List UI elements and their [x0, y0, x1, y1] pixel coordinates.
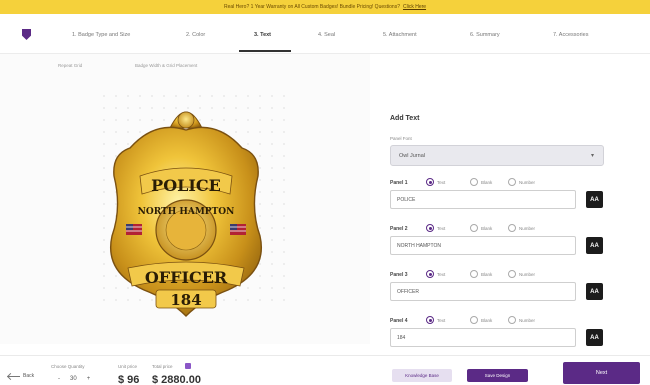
- radio-icon[interactable]: [470, 316, 478, 324]
- panel-label: Panel 1: [390, 180, 408, 186]
- promo-banner-text: Real Hero? 1 Year Warranty on All Custom…: [223, 4, 400, 10]
- option-number[interactable]: Number: [508, 178, 535, 186]
- step-color[interactable]: 2. Color: [186, 32, 205, 38]
- option-number[interactable]: Number: [508, 270, 535, 278]
- save-design-button[interactable]: Save Design: [467, 369, 528, 382]
- knowledge-base-button[interactable]: Knowledge Base: [392, 369, 452, 382]
- info-icon[interactable]: [185, 363, 191, 369]
- option-text[interactable]: Text: [426, 224, 445, 232]
- panel-row-4: Panel 4 Text Blank Number 184 AA: [390, 316, 615, 356]
- badge-text-arc: NORTH HAMPTON: [138, 207, 235, 217]
- step-text[interactable]: 3. Text: [254, 32, 271, 38]
- option-text[interactable]: Text: [426, 316, 445, 324]
- step-attachment[interactable]: 5. Attachment: [383, 32, 417, 38]
- radio-icon[interactable]: [508, 178, 516, 186]
- option-text[interactable]: Text: [426, 270, 445, 278]
- quantity-label: Choose Quantity: [51, 364, 85, 369]
- quantity-stepper[interactable]: - 30 +: [58, 376, 90, 382]
- panel-text-input[interactable]: OFFICER: [390, 282, 576, 301]
- badge-preview: POLICE NORTH HAMPTON OFFICER 184: [100, 90, 272, 322]
- panel-label: Panel 2: [390, 226, 408, 232]
- quantity-value[interactable]: 30: [70, 376, 77, 382]
- step-accessories[interactable]: 7. Accessories: [553, 32, 588, 38]
- badge-text-number: 184: [170, 291, 201, 309]
- font-size-button[interactable]: AA: [586, 329, 603, 346]
- footer-bar: [0, 355, 650, 385]
- preview-label-grid[interactable]: Repeat Grid: [58, 63, 82, 68]
- font-select-value: Owl Jurnal: [399, 152, 425, 159]
- radio-icon[interactable]: [470, 178, 478, 186]
- back-label: Back: [23, 373, 35, 379]
- radio-icon[interactable]: [426, 224, 434, 232]
- panel-label: Panel 3: [390, 272, 408, 278]
- radio-icon[interactable]: [508, 224, 516, 232]
- back-button[interactable]: Back: [8, 373, 34, 379]
- option-blank[interactable]: Blank: [470, 316, 492, 324]
- panel-text-input[interactable]: NORTH HAMPTON: [390, 236, 576, 255]
- radio-icon[interactable]: [470, 224, 478, 232]
- step-navigation: 1. Badge Type and Size 2. Color 3. Text …: [0, 20, 650, 54]
- option-blank[interactable]: Blank: [470, 178, 492, 186]
- next-button[interactable]: Next: [563, 362, 640, 384]
- panel-row-1: Panel 1 Text Blank Number POLICE AA: [390, 178, 615, 218]
- panel-row-3: Panel 3 Text Blank Number OFFICER AA: [390, 270, 615, 310]
- font-label: Panel Font: [390, 136, 412, 141]
- panel-label: Panel 4: [390, 318, 408, 324]
- option-number[interactable]: Number: [508, 224, 535, 232]
- badge-image: POLICE NORTH HAMPTON OFFICER 184: [110, 111, 262, 317]
- font-select[interactable]: Owl Jurnal ▾: [390, 145, 604, 166]
- radio-icon[interactable]: [426, 178, 434, 186]
- radio-icon[interactable]: [508, 316, 516, 324]
- radio-icon[interactable]: [426, 316, 434, 324]
- chevron-down-icon: ▾: [590, 153, 594, 159]
- option-number[interactable]: Number: [508, 316, 535, 324]
- arrow-left-icon: [8, 375, 20, 377]
- active-step-indicator: [239, 50, 291, 52]
- panel-title: Add Text: [390, 115, 420, 122]
- radio-icon[interactable]: [508, 270, 516, 278]
- font-size-button[interactable]: AA: [586, 283, 603, 300]
- panel-row-2: Panel 2 Text Blank Number NORTH HAMPTON …: [390, 224, 615, 264]
- quantity-decrement[interactable]: -: [58, 376, 60, 382]
- radio-icon[interactable]: [470, 270, 478, 278]
- font-size-button[interactable]: AA: [586, 191, 603, 208]
- unit-price-label: Unit price: [118, 364, 138, 369]
- font-size-button[interactable]: AA: [586, 237, 603, 254]
- option-text[interactable]: Text: [426, 178, 445, 186]
- panel-text-input[interactable]: 184: [390, 328, 576, 347]
- step-seal[interactable]: 4. Seal: [318, 32, 335, 38]
- unit-price: $ 96: [118, 374, 140, 385]
- panel-text-input[interactable]: POLICE: [390, 190, 576, 209]
- total-price-label: Total price: [152, 364, 173, 369]
- promo-banner-link[interactable]: Click Here: [403, 4, 426, 10]
- radio-icon[interactable]: [426, 270, 434, 278]
- total-price: $ 2880.00: [152, 374, 201, 385]
- brand-logo-icon[interactable]: [22, 29, 31, 40]
- promo-banner: Real Hero? 1 Year Warranty on All Custom…: [0, 0, 650, 14]
- quantity-increment[interactable]: +: [87, 376, 91, 382]
- badge-text-bottom: OFFICER: [145, 268, 228, 287]
- option-blank[interactable]: Blank: [470, 270, 492, 278]
- step-badge-type[interactable]: 1. Badge Type and Size: [72, 32, 130, 38]
- badge-text-top: POLICE: [151, 176, 221, 195]
- preview-label-width[interactable]: Badge Width & Grid Placement: [135, 63, 197, 68]
- step-summary[interactable]: 6. Summary: [470, 32, 500, 38]
- option-blank[interactable]: Blank: [470, 224, 492, 232]
